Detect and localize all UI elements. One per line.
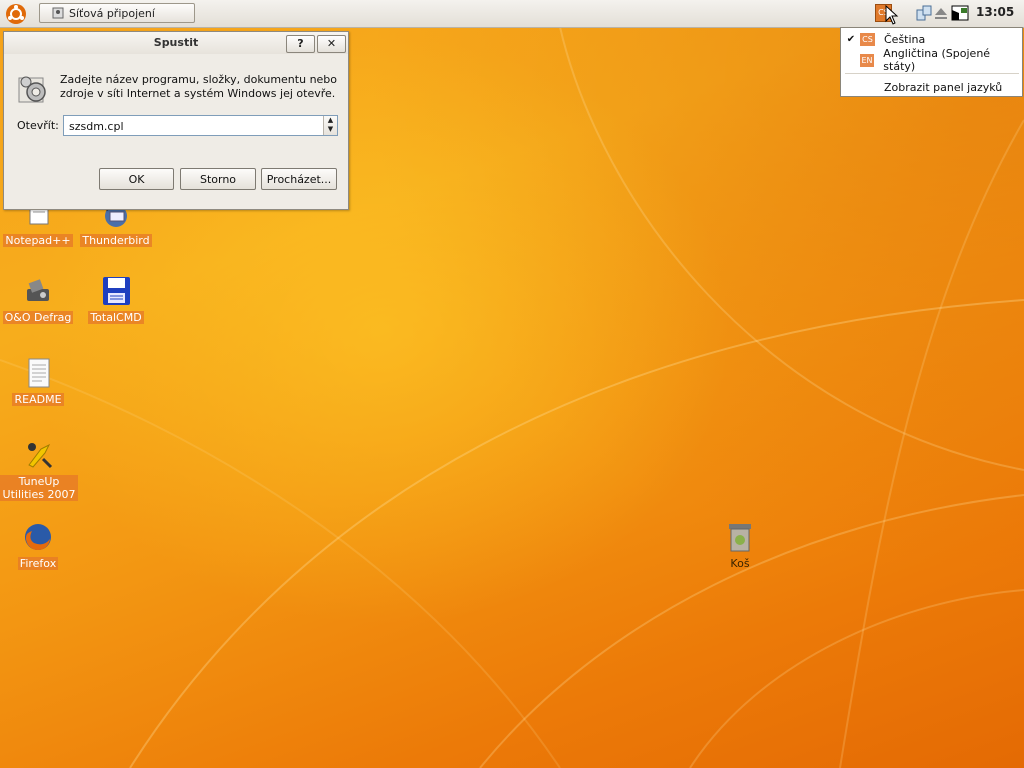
open-label: Otevřít: <box>17 119 59 132</box>
document-icon <box>22 357 54 389</box>
desktop-icon-trash[interactable]: Koš <box>702 521 778 570</box>
checkmark-icon: ✔ <box>846 33 856 45</box>
firefox-icon <box>22 521 54 553</box>
run-dialog: Spustit ? ✕ Zadejte název programu, slož… <box>3 31 349 210</box>
desktop-icon-oo-defrag[interactable]: O&O Defrag <box>0 275 76 324</box>
desktop-icon-label: O&O Defrag <box>2 311 74 324</box>
defrag-icon <box>22 275 54 307</box>
menu-separator <box>845 73 1019 74</box>
taskbar-button-label: Síťová připojení <box>69 6 155 20</box>
desktop-icon-totalcmd[interactable]: TotalCMD <box>78 275 154 324</box>
display-tray-icon[interactable] <box>951 4 969 22</box>
trash-icon <box>724 521 756 553</box>
ubuntu-menu-icon[interactable] <box>5 3 27 25</box>
close-button[interactable]: ✕ <box>317 35 346 53</box>
cancel-button[interactable]: Storno <box>180 168 256 190</box>
network-icon <box>52 7 64 19</box>
tuneup-icon <box>23 439 55 471</box>
combo-spinner-icon[interactable]: ▲ ▼ <box>323 116 337 135</box>
language-badge: EN <box>859 53 875 67</box>
language-badge: CS <box>860 32 875 46</box>
language-item-label: Angličtina (Spojené státy) <box>883 47 991 73</box>
desktop-icon-label: Thunderbird <box>80 234 152 247</box>
language-item-czech[interactable]: ✔ CS Čeština <box>841 29 1022 49</box>
help-button[interactable]: ? <box>286 35 315 53</box>
eject-icon[interactable] <box>934 4 948 22</box>
desktop-icon-label: TuneUp Utilities 2007 <box>0 475 78 501</box>
desktop-icon-label: Firefox <box>17 557 59 570</box>
floppy-disk-icon <box>100 275 132 307</box>
show-language-bar-label: Zobrazit panel jazyků <box>884 80 1003 94</box>
desktop-icon-label: Koš <box>730 557 750 570</box>
desktop-icon-readme[interactable]: README <box>0 357 76 406</box>
run-gear-icon <box>18 76 46 103</box>
show-language-bar-item[interactable]: Zobrazit panel jazyků <box>841 77 1022 97</box>
language-menu: ✔ CS Čeština EN Angličtina (Spojené stát… <box>840 27 1023 97</box>
dialog-description: Zadejte název programu, složky, dokument… <box>60 73 338 100</box>
browse-button[interactable]: Procházet... <box>261 168 337 190</box>
desktop-icon-firefox[interactable]: Firefox <box>0 521 76 570</box>
desktop-icon-label: TotalCMD <box>88 311 144 324</box>
dialog-title: Spustit <box>153 36 199 49</box>
network-tray-icon[interactable] <box>916 4 932 22</box>
taskbar-button-network-connections[interactable]: Síťová připojení <box>39 3 195 23</box>
ok-button[interactable]: OK <box>99 168 174 190</box>
mouse-cursor-icon <box>885 5 899 25</box>
desktop-icon-tuneup[interactable]: TuneUp Utilities 2007 <box>0 439 78 501</box>
top-panel: Síťová připojení CS 13:05 <box>0 0 1024 28</box>
open-input[interactable] <box>64 116 329 137</box>
clock[interactable]: 13:05 <box>976 5 1018 19</box>
language-item-english[interactable]: EN Angličtina (Spojené státy) <box>841 47 1022 73</box>
open-combobox[interactable]: ▲▼ <box>63 115 338 137</box>
desktop-icon-label: README <box>12 393 64 406</box>
desktop-icon-label: Notepad++ <box>3 234 73 247</box>
language-item-label: Čeština <box>884 32 926 46</box>
